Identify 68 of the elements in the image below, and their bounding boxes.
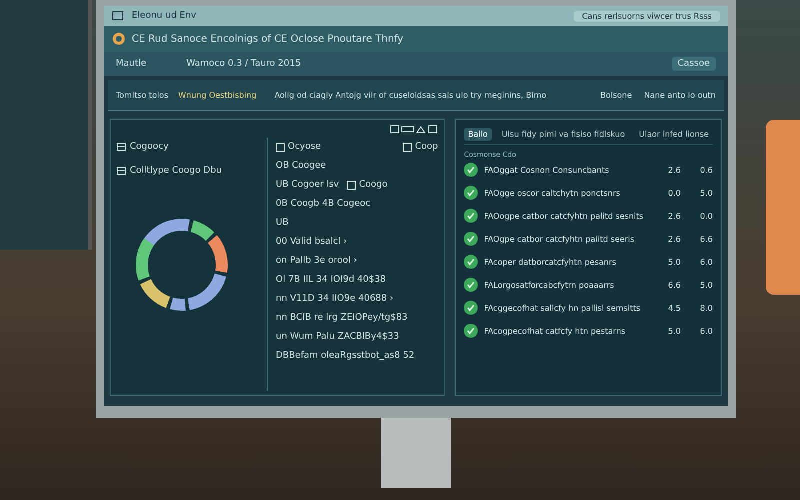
list-item[interactable]: on Pallb 3e orool ›: [276, 256, 358, 266]
status-tag: Wnung Oestbisbing: [178, 90, 257, 100]
list-item[interactable]: 0B Coogb 4B Cogeoc: [276, 199, 371, 209]
item-value: 6.6: [699, 234, 713, 244]
list-item[interactable]: nn BCIB re lrg ZEIOPey/tg$83: [276, 313, 408, 323]
option-checkbox[interactable]: Coogo: [347, 180, 388, 190]
info-label: Tomltso tolos: [116, 90, 168, 100]
list-item[interactable]: DBBefam oleaRgsstbot_as8 52: [276, 351, 415, 361]
item-value: 8.0: [699, 304, 713, 312]
item-value: 6.6: [667, 280, 681, 290]
item-text: FAOgpe catbor catcfyhtn paiitd seeris: [484, 234, 635, 244]
toolbar-icons-drawing[interactable]: [390, 124, 438, 135]
logo-icon: [112, 32, 126, 46]
item-text: FAcggecofhat sallcfy hn pallisl semsitts: [484, 304, 641, 312]
item-text: FAOggat Cosnon Consuncbants: [484, 166, 610, 174]
list-item[interactable]: nn V11D 34 IIO9e 40688 ›: [276, 294, 394, 304]
list-item[interactable]: un Wum Palu ZACBlBy4$33: [276, 332, 400, 342]
breadcrumb: Wamoco 0.3 / Tauro 2015: [186, 59, 302, 69]
check-icon[interactable]: [464, 209, 478, 223]
list-item[interactable]: 00 Valid bsalcl ›: [276, 237, 348, 247]
address-field[interactable]: Cans rerlsuorns viwcer trus Rsss: [574, 10, 720, 22]
check-icon[interactable]: [464, 163, 478, 177]
check-icon[interactable]: [464, 301, 478, 315]
info-message: Aolig od ciagly Antojg vilr of cuseloldsas sals ulo try meginins, Bimo: [274, 90, 547, 100]
tab[interactable]: Ulaor infed lionse: [635, 128, 713, 140]
browser-tab-title[interactable]: Eleonu ud Env: [132, 11, 196, 21]
tab[interactable]: Bailo: [464, 128, 492, 140]
item-value: 4.5: [667, 304, 681, 312]
monitor-stand: [381, 418, 451, 488]
category-label[interactable]: Colltlype Coogo Dbu: [130, 166, 222, 176]
item-text: FALorgosatforcabcfytrn poaaarrs: [484, 280, 614, 290]
item-value: 0.6: [699, 166, 713, 174]
info-link[interactable]: Bolsone: [600, 90, 632, 100]
item-value: 6.0: [699, 326, 713, 336]
list-icon: [117, 167, 126, 175]
check-icon[interactable]: [464, 186, 478, 200]
item-value: 2.6: [667, 212, 681, 220]
tab[interactable]: Ulsu fidy piml va fisiso fidlskuo: [498, 128, 630, 140]
item-value: 2.6: [667, 234, 681, 244]
check-icon[interactable]: [464, 278, 478, 292]
list-icon: [117, 143, 126, 151]
item-value: 2.6: [667, 166, 681, 174]
browser-tab-icon[interactable]: [112, 11, 124, 21]
check-icon[interactable]: [464, 255, 478, 269]
item-value: 5.0: [667, 258, 681, 266]
item-value: 6.0: [699, 258, 713, 266]
check-icon[interactable]: [464, 232, 478, 246]
item-value: 0.0: [699, 212, 713, 220]
item-value: 5.0: [699, 188, 713, 198]
item-text: FAcoper datborcatcfyhtn pesanrs: [484, 258, 616, 266]
info-link[interactable]: Nane anto lo outn: [644, 90, 716, 100]
item-text: FAcogpecofhat catfcfy htn pestarns: [484, 326, 626, 336]
category-label[interactable]: Cogoocy: [130, 142, 169, 152]
list-item[interactable]: UB Cogoer lsv: [276, 180, 340, 190]
item-value: 5.0: [667, 326, 681, 336]
item-value: 5.0: [699, 280, 713, 290]
option-checkbox[interactable]: Coop: [403, 142, 438, 152]
action-button[interactable]: Cassoe: [672, 57, 716, 71]
list-item[interactable]: UB: [276, 218, 289, 228]
option-checkbox[interactable]: Ocyose: [276, 142, 322, 152]
nav-label[interactable]: Mautle: [116, 59, 147, 69]
app-title: CE Rud Sanoce Encolnigs of CE Oclose Pnoutare Thnfy: [132, 34, 404, 44]
item-value: 0.0: [667, 188, 681, 198]
item-text: FAOgge oscor caltchytn ponctsnrs: [484, 188, 620, 198]
check-icon[interactable]: [464, 324, 478, 338]
list-item[interactable]: OB Coogee: [276, 161, 326, 171]
item-text: FAOogpe catbor catcfyhtn palitd sesnits: [484, 212, 644, 220]
list-item[interactable]: Ol 7B IIL 34 IOI9d 40$38: [276, 275, 386, 285]
